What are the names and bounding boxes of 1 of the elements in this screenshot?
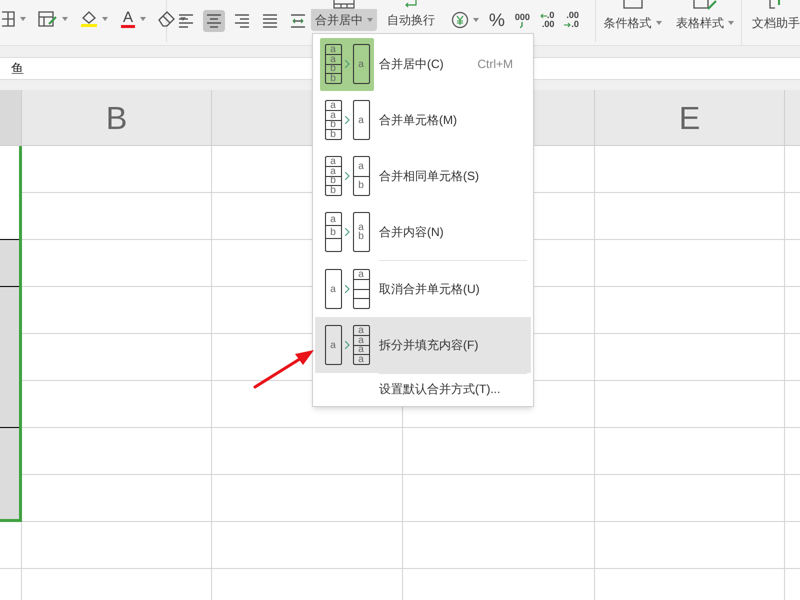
merge-illustration-icon: a a b b a [320,38,374,90]
